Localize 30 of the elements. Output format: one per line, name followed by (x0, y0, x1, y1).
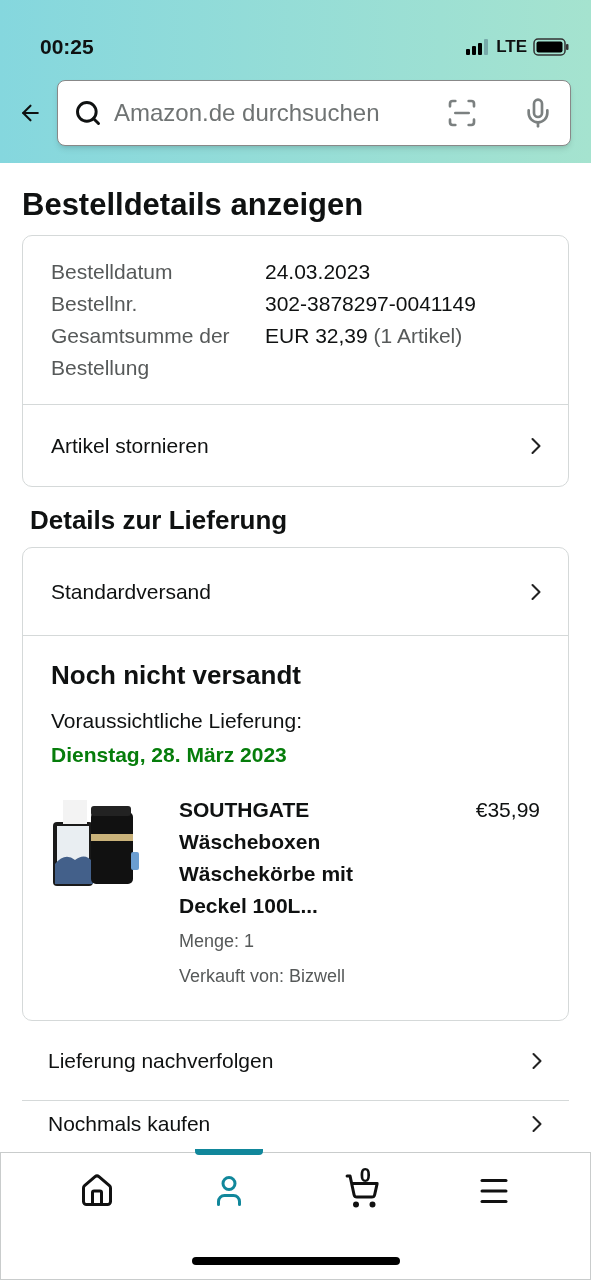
status-time: 00:25 (40, 34, 94, 61)
cart-count: 0 (359, 1165, 371, 1185)
link-row[interactable]: Nochmals kaufen (22, 1101, 569, 1141)
field-label: Bestellnr. (51, 291, 139, 317)
tab-bar-item[interactable]: 0 (295, 1153, 428, 1223)
search-input[interactable]: Amazon.de durchsuchen (114, 95, 424, 131)
search-icon (74, 99, 102, 127)
camera-scan-icon[interactable] (446, 97, 478, 129)
signal-icon (466, 39, 491, 55)
search-field[interactable]: Amazon.de durchsuchen (57, 80, 571, 146)
active-tab-indicator (195, 1149, 264, 1155)
expected-delivery-label: Voraussichtliche Lieferung: (51, 708, 303, 734)
cancel-item-row[interactable]: Artikel stornieren (23, 404, 568, 486)
seller-text: Verkauft von: Bizwell (179, 965, 347, 988)
field-label: Bestelldatum (51, 259, 174, 285)
field-value: 302-3878297-0041149 (265, 291, 476, 317)
quantity-text: Menge: 1 (179, 930, 256, 953)
shipping-row[interactable]: Standardversand (23, 548, 568, 636)
network-label: LTE (496, 36, 527, 59)
section-heading: Details zur Lieferung (29, 504, 289, 537)
product-title[interactable]: SOUTHGATE Wäscheboxen Wäschekörbe mit Deckel 100L... (179, 794, 409, 922)
field-label: Gesamtsumme der Bestellung (51, 323, 231, 381)
link-row[interactable]: Lieferung nachverfolgen (22, 1021, 569, 1101)
field-value: EUR 32,39 (1 Artikel) (265, 323, 463, 349)
shipment-status: Noch nicht versandt (51, 659, 302, 692)
battery-icon (533, 38, 569, 56)
expected-delivery-date: Dienstag, 28. März 2023 (51, 741, 288, 768)
product-price: €35,99 (475, 797, 540, 823)
page-title: Bestelldetails anzeigen (22, 186, 365, 224)
field-value: 24.03.2023 (265, 259, 371, 285)
